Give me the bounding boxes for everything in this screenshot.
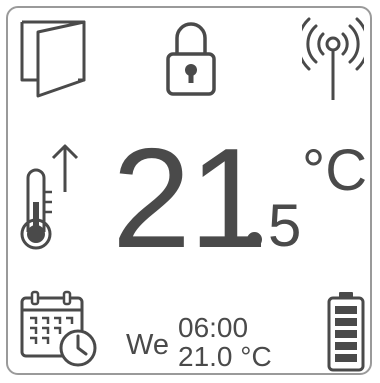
- schedule-temperature: 21.0 °C: [178, 341, 272, 372]
- calendar-clock-icon: [18, 290, 100, 370]
- schedule-time: 06:00: [178, 312, 249, 343]
- current-temperature-decimal: 5: [268, 192, 302, 259]
- lock-icon: [165, 18, 217, 100]
- temperature-unit: °C: [302, 138, 368, 203]
- decimal-point: [247, 232, 262, 247]
- current-temperature-whole: 21: [112, 119, 268, 278]
- schedule-day: We: [126, 329, 169, 361]
- window-open-icon: [18, 18, 90, 100]
- thermometer-rising-icon: [16, 140, 82, 250]
- battery-full-icon: [326, 290, 366, 372]
- wireless-signal-icon: [302, 16, 364, 102]
